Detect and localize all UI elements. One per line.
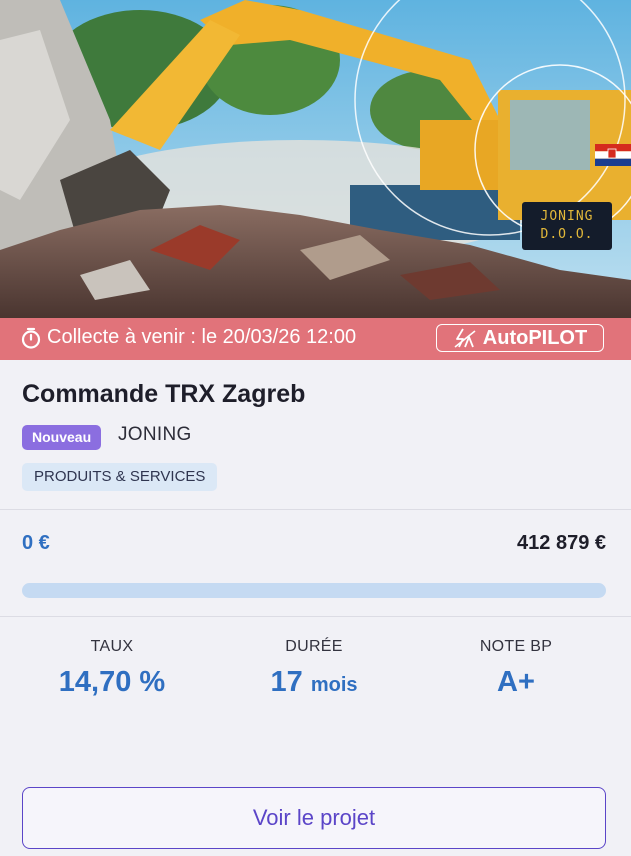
excavator-demolition-photo — [0, 0, 631, 318]
funding-progress-bar — [22, 583, 606, 598]
view-project-button[interactable]: Voir le projet — [22, 787, 606, 849]
collecte-status-bar: Collecte à venir : le 20/03/26 12:00 Aut… — [0, 318, 631, 360]
divider — [0, 509, 631, 510]
stat-duree: DURÉE 17 mois — [214, 638, 414, 699]
stopwatch-icon — [21, 327, 41, 349]
stat-taux: TAUX 14,70 % — [12, 638, 212, 699]
project-card[interactable]: JONING D.O.O. Collecte à venir : le 20/0… — [0, 0, 631, 856]
autopilot-label: AutoPILOT — [482, 326, 588, 349]
stat-duree-label: DURÉE — [285, 638, 343, 655]
company-logo: JONING D.O.O. — [522, 202, 612, 250]
collecte-status: Collecte à venir : le 20/03/26 12:00 — [20, 326, 356, 349]
new-badge: Nouveau — [22, 425, 102, 450]
stat-note-label: NOTE BP — [479, 638, 553, 655]
company-name: JONING — [118, 424, 192, 445]
autopilot-badge: AutoPILOT — [436, 324, 604, 352]
amount-target: 412 879 € — [517, 532, 606, 554]
logo-line1: JONING — [540, 209, 594, 224]
stat-duree-value-wrap: 17 mois — [214, 666, 414, 699]
stat-taux-label: TAUX — [90, 638, 134, 655]
project-title: Commande TRX Zagreb — [22, 380, 306, 408]
stat-note: NOTE BP A+ — [416, 638, 616, 699]
divider — [0, 616, 631, 617]
logo-line2: D.O.O. — [540, 227, 594, 242]
stat-duree-value: 17 — [270, 666, 303, 698]
stat-taux-value: 14,70 % — [58, 666, 166, 698]
collecte-date-text: Collecte à venir : le 20/03/26 12:00 — [47, 326, 357, 348]
amount-raised: 0 € — [22, 532, 50, 554]
autopilot-bolt-icon — [454, 328, 476, 348]
stat-duree-unit: mois — [310, 674, 358, 696]
category-tag: PRODUITS & SERVICES — [22, 463, 218, 491]
stat-note-value: A+ — [497, 666, 535, 698]
project-hero-image: JONING D.O.O. — [0, 0, 631, 318]
croatia-flag-icon — [595, 144, 631, 166]
